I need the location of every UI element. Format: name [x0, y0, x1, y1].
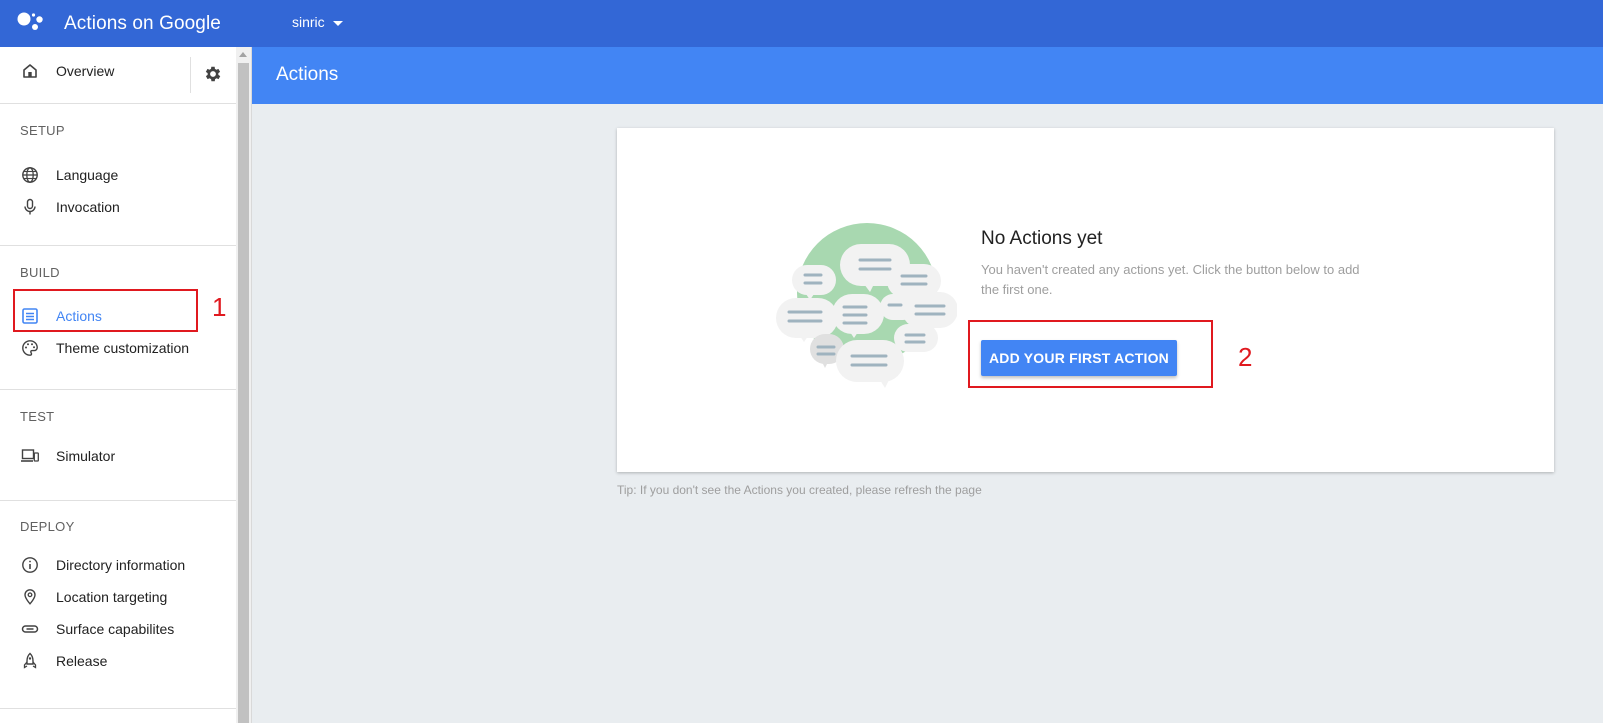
section-title-setup: SETUP — [20, 123, 65, 138]
sidebar-item-invocation[interactable]: Invocation — [20, 197, 120, 217]
microphone-icon — [20, 197, 40, 217]
globe-icon — [20, 165, 40, 185]
divider — [0, 245, 236, 246]
sidebar-item-directory-information[interactable]: Directory information — [20, 555, 185, 575]
empty-state-description: You haven't created any actions yet. Cli… — [981, 262, 1360, 297]
sidebar-item-label: Invocation — [56, 199, 120, 215]
section-title-test: TEST — [20, 409, 55, 424]
dropdown-caret-icon — [332, 20, 343, 26]
home-icon — [20, 61, 40, 81]
sidebar-item-label: Location targeting — [56, 589, 168, 605]
divider — [0, 500, 236, 501]
section-title-build: BUILD — [20, 265, 60, 280]
project-selector[interactable]: sinric — [292, 14, 343, 30]
sidebar-item-location-targeting[interactable]: Location targeting — [20, 587, 167, 607]
annotation-number-2: 2 — [1238, 342, 1253, 372]
sidebar-item-overview[interactable]: Overview — [20, 61, 114, 81]
location-pin-icon — [20, 587, 40, 607]
sidebar-item-label: Surface capabilites — [56, 621, 175, 637]
sidebar-item-simulator[interactable]: Simulator — [20, 446, 115, 466]
page-title: Actions — [276, 64, 339, 85]
annotation-box-2 — [968, 320, 1213, 388]
google-assistant-logo-icon — [17, 12, 43, 30]
sidebar: Overview SETUP Language Invocation BUILD… — [0, 47, 236, 723]
section-title-deploy: DEPLOY — [20, 519, 75, 534]
chat-bubbles-illustration-icon — [776, 223, 957, 388]
scroll-up-arrow-icon[interactable] — [239, 52, 247, 57]
sidebar-item-release[interactable]: Release — [20, 651, 107, 671]
tip-text: Tip: If you don't see the Actions you cr… — [617, 483, 982, 497]
sidebar-item-label: Release — [56, 653, 108, 669]
sidebar-scrollbar[interactable] — [236, 47, 252, 723]
top-app-bar: Actions on Google sinric — [0, 0, 1603, 47]
project-name: sinric — [292, 14, 325, 30]
palette-icon — [20, 338, 40, 358]
sidebar-item-label: Overview — [56, 63, 115, 79]
annotation-box-1 — [13, 289, 198, 332]
sidebar-item-label: Language — [56, 167, 119, 183]
divider — [190, 57, 191, 93]
info-icon — [20, 555, 40, 575]
annotation-number-1: 1 — [212, 292, 227, 322]
devices-icon — [20, 446, 40, 466]
empty-state-card: No Actions yet You haven't created any a… — [617, 128, 1554, 472]
divider — [0, 389, 236, 390]
link-icon — [20, 619, 40, 639]
sidebar-item-surface-capabilities[interactable]: Surface capabilites — [20, 619, 174, 639]
empty-state-title: No Actions yet — [981, 228, 1103, 249]
sidebar-item-theme-customization[interactable]: Theme customization — [20, 338, 189, 358]
overview-row: Overview — [0, 47, 236, 104]
sidebar-item-label: Directory information — [56, 557, 186, 573]
page-header: Actions — [252, 47, 1603, 104]
sidebar-item-language[interactable]: Language — [20, 165, 118, 185]
sidebar-item-label: Theme customization — [56, 340, 190, 356]
divider — [0, 708, 236, 709]
gear-icon[interactable] — [203, 64, 223, 84]
scroll-thumb[interactable] — [238, 63, 249, 723]
sidebar-item-label: Simulator — [56, 448, 116, 464]
app-title: Actions on Google — [64, 13, 221, 34]
rocket-icon — [20, 651, 40, 671]
